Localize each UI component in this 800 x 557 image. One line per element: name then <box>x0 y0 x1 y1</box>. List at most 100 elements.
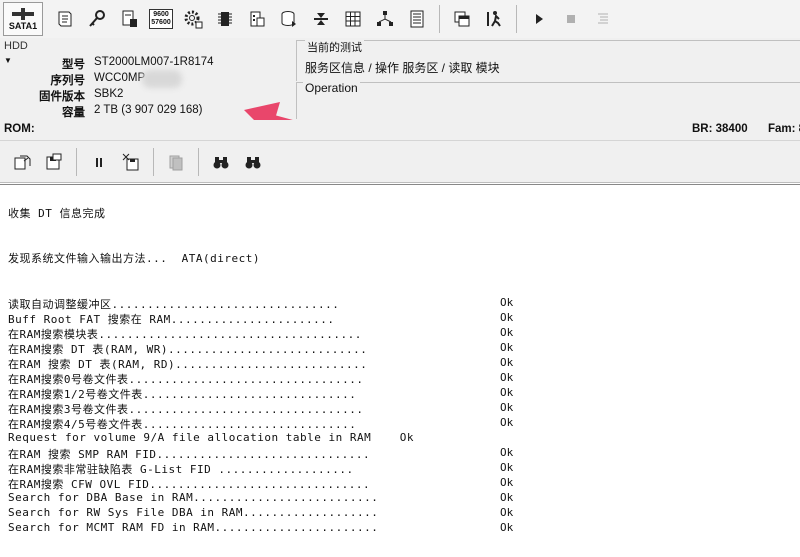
gear-icon <box>184 10 203 29</box>
save-button[interactable] <box>41 149 67 175</box>
sata-connector-icon <box>12 8 34 20</box>
log-line: 在RAM 搜索 SMP RAM FID.....................… <box>8 448 371 461</box>
log-line: 在RAM搜索0号卷文件表............................… <box>8 373 364 386</box>
copy-window-button[interactable] <box>449 6 475 32</box>
play-icon <box>536 14 543 24</box>
drive-info-button[interactable] <box>116 6 142 32</box>
clear-save-icon <box>122 153 139 170</box>
runner-button[interactable] <box>481 6 507 32</box>
rom-status-bar: ROM: BR: 38400 Fam: 8 <box>0 120 800 141</box>
chip-button[interactable] <box>212 6 238 32</box>
log-output: 收集 DT 信息完成 发现系统文件输入输出方法... ATA(direct) 读… <box>0 184 800 557</box>
disk-button[interactable] <box>276 6 302 32</box>
log-line: 在RAM搜索 CFW OVL FID......................… <box>8 478 371 491</box>
settings-button[interactable] <box>180 6 206 32</box>
baud-rate-indicator: 9600 57600 <box>149 9 173 29</box>
log-status: Ok <box>500 521 514 534</box>
sata-port-label: SATA1 <box>8 21 38 31</box>
model-value: ST2000LM007-1R8174 <box>94 56 214 68</box>
info-panel: HDD ▼ 型号 ST2000LM007-1R8174 序列号 WCC0MP 固… <box>0 38 800 121</box>
binoculars-icon <box>213 156 229 168</box>
stop-button[interactable] <box>558 6 584 32</box>
toolbar-separator <box>153 147 154 176</box>
list-button[interactable] <box>404 6 430 32</box>
toolbar-separator <box>198 147 199 176</box>
find-next-button[interactable] <box>240 149 266 175</box>
baud-rate-button[interactable]: 9600 57600 <box>148 6 174 32</box>
pause-button[interactable] <box>86 149 112 175</box>
operation-group: Operation <box>296 81 800 119</box>
open-file-button[interactable] <box>9 149 35 175</box>
modules-button[interactable] <box>244 6 270 32</box>
firmware-label: 固件版本 <box>39 91 85 103</box>
grid-icon <box>345 11 361 27</box>
clear-save-button[interactable] <box>118 149 144 175</box>
baud-rate-status: BR: 38400 <box>692 123 748 135</box>
disk-icon <box>281 11 296 27</box>
log-line: Search for DBA Base in RAM..............… <box>8 491 379 504</box>
log-status: Ok <box>500 506 514 519</box>
firmware-value: SBK2 <box>94 88 124 100</box>
serial-label: 序列号 <box>50 75 86 87</box>
log-status: Ok <box>500 386 514 399</box>
log-line: 发现系统文件输入输出方法... ATA(direct) <box>8 252 260 265</box>
stop-icon <box>567 15 575 23</box>
log-line: 在RAM搜索1/2号卷文件表..........................… <box>8 388 357 401</box>
scroll-log-button[interactable] <box>52 6 78 32</box>
find-button[interactable] <box>208 149 234 175</box>
play-button[interactable] <box>526 6 552 32</box>
building-icon <box>250 11 265 27</box>
key-icon <box>89 10 105 27</box>
capacity-label: 容量 <box>62 107 85 119</box>
log-status: Ok <box>500 476 514 489</box>
log-status: Ok <box>500 446 514 459</box>
log-toolbar <box>0 141 800 183</box>
baud-bottom: 57600 <box>151 19 171 26</box>
save-icon <box>46 153 62 169</box>
log-status: Ok <box>500 416 514 429</box>
capacity-value: 2 TB (3 907 029 168) <box>94 104 203 116</box>
log-line: 在RAM搜索非常驻缺陷表 G-List FID ................… <box>8 463 354 476</box>
serial-row: 序列号 WCC0MP <box>2 70 290 88</box>
log-status: Ok <box>500 341 514 354</box>
log-line: 收集 DT 信息完成 <box>8 207 106 220</box>
copy-icon <box>169 155 183 170</box>
sata-port-button[interactable]: SATA1 <box>3 2 43 36</box>
details-button[interactable] <box>590 6 616 32</box>
log-line: Buff Root FAT 搜索在 RAM...................… <box>8 313 335 326</box>
network-button[interactable] <box>372 6 398 32</box>
baud-top: 9600 <box>153 11 169 18</box>
binoculars-next-icon <box>245 156 261 168</box>
toolbar-separator <box>516 5 517 33</box>
heads-button[interactable] <box>308 6 334 32</box>
runner-icon <box>487 11 501 27</box>
drive-info-icon <box>122 10 137 27</box>
hdd-group-title: HDD <box>4 40 28 52</box>
layers-icon <box>314 13 328 25</box>
log-status: Ok <box>500 461 514 474</box>
key-button[interactable] <box>84 6 110 32</box>
log-status: Ok <box>500 356 514 369</box>
operation-title: Operation <box>303 81 360 95</box>
list-icon <box>410 10 424 28</box>
model-label: 型号 <box>62 59 85 71</box>
serial-redaction-blur <box>142 70 182 88</box>
log-status: Ok <box>500 371 514 384</box>
current-test-group: 当前的测试 服务区信息 / 操作 服务区 / 读取 模块 <box>296 39 800 81</box>
family-status: Fam: 8 <box>768 123 800 135</box>
pause-icon <box>96 157 102 167</box>
toolbar-separator <box>76 147 77 176</box>
log-line: Request for volume 9/A file allocation t… <box>8 431 414 444</box>
log-line: 读取自动调整缓冲区...............................… <box>8 298 340 311</box>
serial-value: WCC0MP <box>94 72 146 84</box>
copy-button[interactable] <box>163 149 189 175</box>
table-button[interactable] <box>340 6 366 32</box>
main-toolbar: SATA1 9600 57600 <box>0 0 800 39</box>
current-test-title: 当前的测试 <box>305 39 364 55</box>
open-file-icon <box>14 155 31 169</box>
chip-icon <box>218 12 232 26</box>
log-line: 在RAM搜索4/5号卷文件表..........................… <box>8 418 357 431</box>
log-status: Ok <box>500 491 514 504</box>
current-test-value: 服务区信息 / 操作 服务区 / 读取 模块 <box>305 61 500 75</box>
log-status: Ok <box>500 401 514 414</box>
